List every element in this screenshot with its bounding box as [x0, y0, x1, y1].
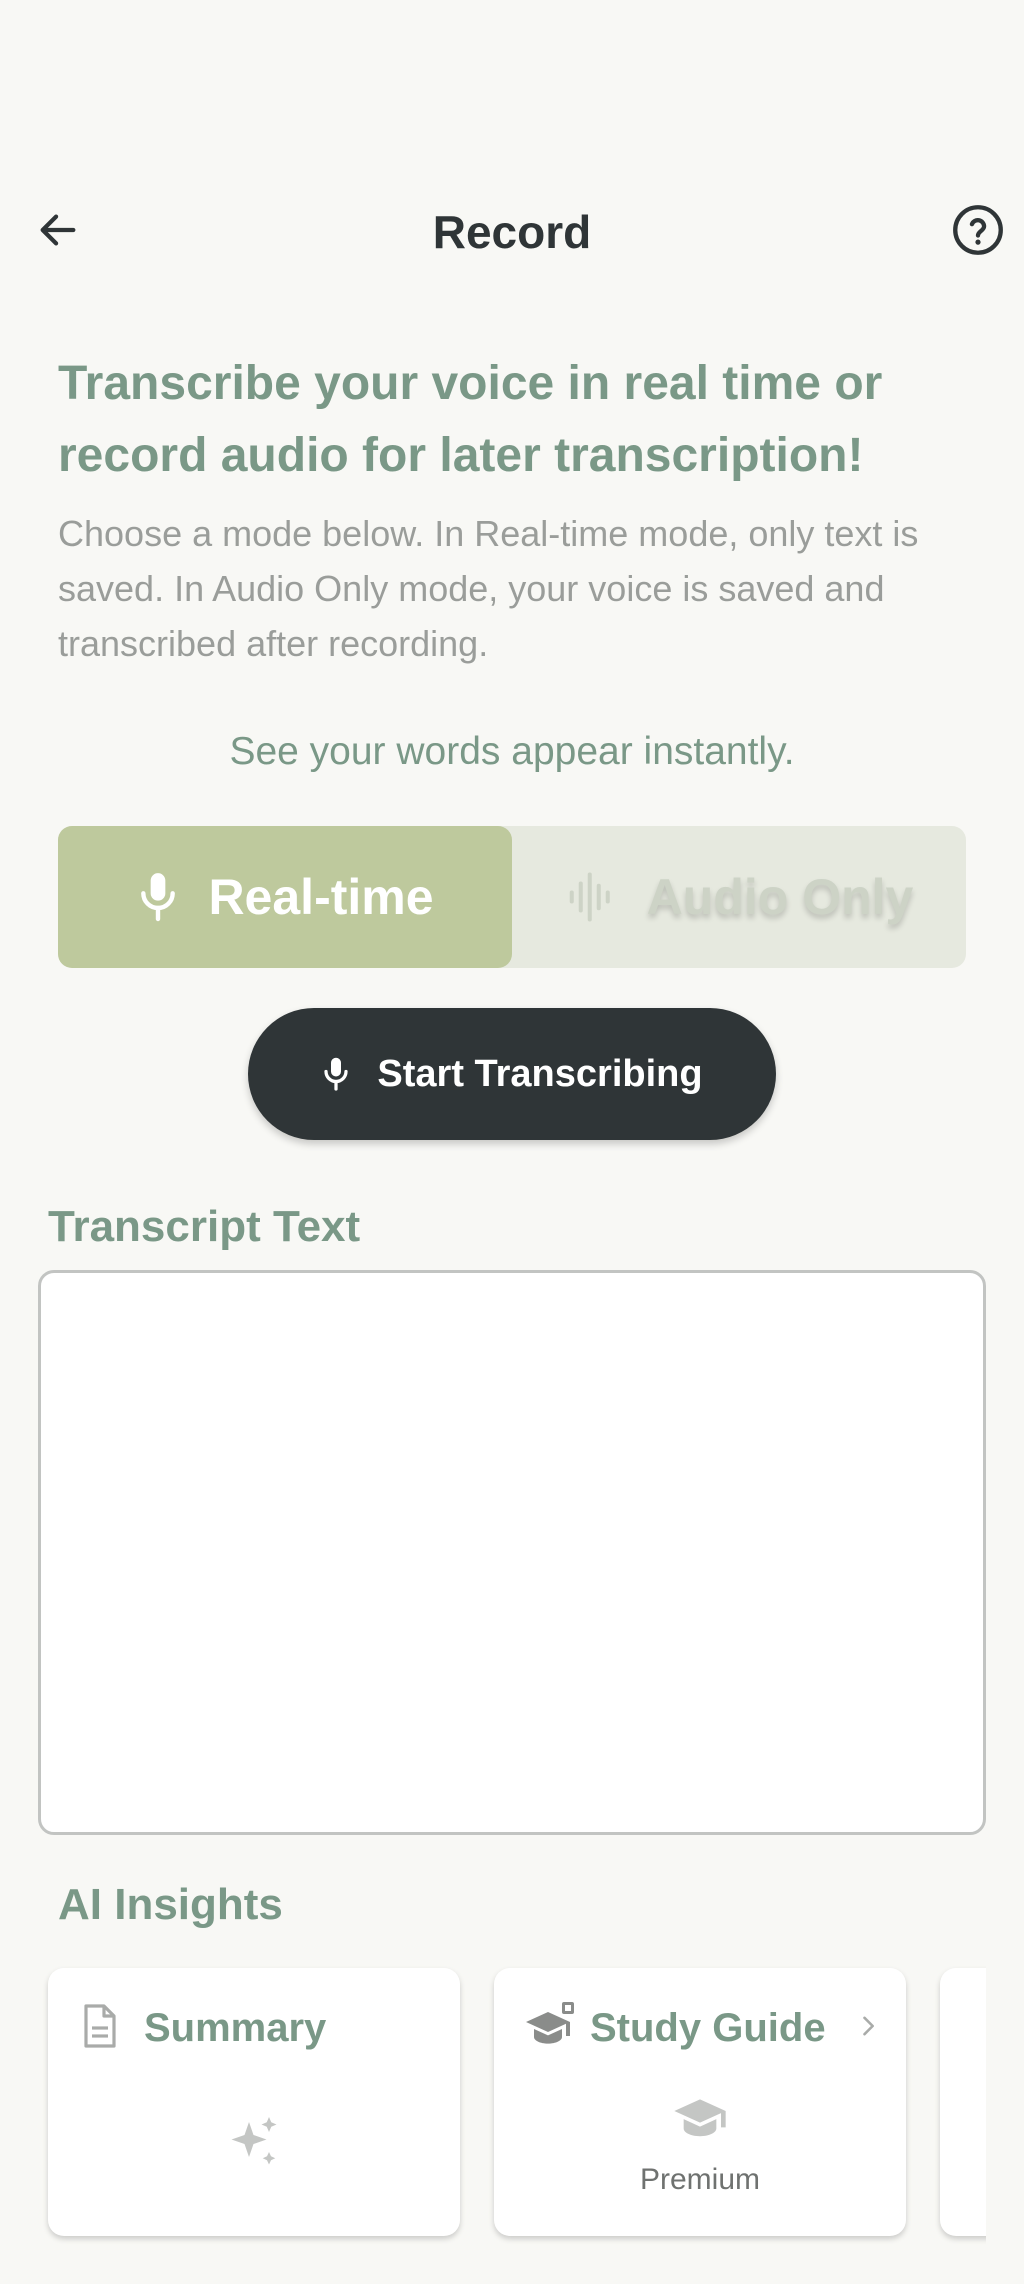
study-guide-card[interactable]: Study Guide Premium [494, 1968, 906, 2236]
transcript-text-area[interactable] [38, 1270, 986, 1835]
summary-card-title: Summary [144, 2006, 327, 2050]
microphone-icon [141, 873, 176, 922]
document-icon [84, 2004, 116, 2048]
premium-badge: Premium [639, 2163, 760, 2196]
help-button[interactable] [948, 200, 1008, 260]
page-title: Record [432, 206, 592, 258]
carousel-edge [986, 1950, 1024, 2270]
start-transcribing-button[interactable]: Start Transcribing [248, 1008, 776, 1140]
mode-option-real-time[interactable]: Real-time [58, 826, 512, 968]
mode-option-label: Audio Only [646, 869, 914, 925]
mode-option-label: Real-time [208, 869, 434, 925]
mode-toggle: Real-time Audio Only [58, 826, 966, 968]
graduation-cap-icon [526, 2002, 574, 2044]
study-guide-card-title: Study Guide [590, 2006, 826, 2050]
mode-option-audio-only[interactable]: Audio Only [512, 826, 966, 968]
ai-insights-label: AI Insights [58, 1880, 283, 1929]
graduation-cap-icon [674, 2099, 726, 2137]
chevron-right-icon [863, 2016, 874, 2036]
waveform-icon [569, 872, 610, 922]
mode-caption: See your words appear instantly. [229, 730, 795, 773]
sparkles-icon [231, 2117, 277, 2165]
intro-description: Choose a mode below. In Real-time mode, … [58, 513, 919, 664]
transcript-label: Transcript Text [48, 1202, 361, 1251]
microphone-icon [324, 1057, 349, 1091]
summary-card[interactable]: Summary [48, 1968, 460, 2236]
help-circle-icon [953, 205, 1003, 255]
start-transcribing-label: Start Transcribing [377, 1052, 703, 1095]
intro-headline: Transcribe your voice in real time or re… [58, 357, 883, 482]
